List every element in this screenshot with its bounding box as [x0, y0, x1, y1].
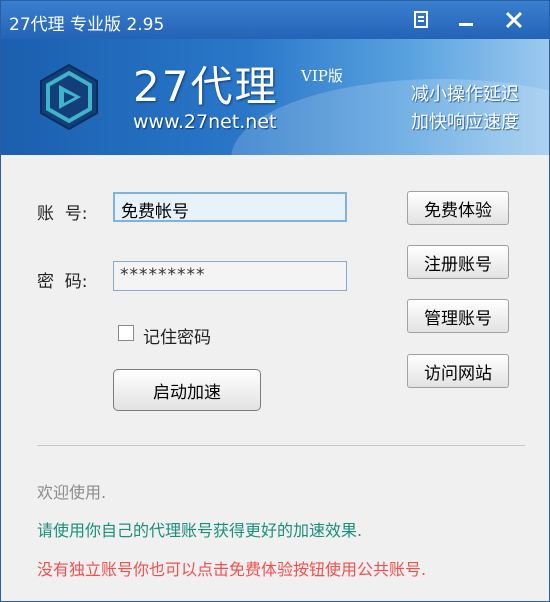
close-icon [505, 11, 523, 29]
register-account-button[interactable]: 注册账号 [407, 245, 509, 279]
password-label: 密 码: [37, 272, 88, 292]
start-acceleration-button[interactable]: 启动加速 [113, 369, 261, 411]
welcome-message: 欢迎使用. [37, 483, 107, 502]
remember-checkbox[interactable] [118, 325, 134, 341]
visit-website-button[interactable]: 访问网站 [407, 354, 509, 388]
menu-button[interactable] [405, 5, 439, 35]
slogan: 减小操作延迟 加快响应速度 [411, 81, 519, 137]
logo-icon [40, 63, 98, 131]
app-window: 27代理 专业版 2.95 27代理 VIP版 www.27net.net 减小… [0, 0, 550, 602]
minimize-icon [459, 23, 473, 26]
free-trial-button[interactable]: 免费体验 [407, 191, 509, 225]
title-bar[interactable]: 27代理 专业版 2.95 [1, 1, 549, 39]
slogan-line-2: 加快响应速度 [411, 112, 519, 133]
edition-label: VIP版 [301, 67, 343, 85]
manage-account-button[interactable]: 管理账号 [407, 299, 509, 333]
menu-icon [414, 11, 428, 28]
password-input[interactable]: ********* [113, 261, 347, 291]
brand-name: 27代理 [133, 62, 279, 111]
slogan-line-1: 减小操作延迟 [411, 84, 519, 105]
tip-message: 请使用你自己的代理账号获得更好的加速效果. [37, 521, 363, 540]
website-url: www.27net.net [133, 111, 277, 133]
remember-label[interactable]: 记住密码 [143, 323, 211, 348]
divider [37, 445, 525, 446]
minimize-button[interactable] [449, 5, 483, 35]
account-input[interactable]: 免费帐号 [113, 192, 347, 222]
window-title: 27代理 专业版 2.95 [9, 15, 165, 35]
banner: 27代理 VIP版 www.27net.net 减小操作延迟 加快响应速度 [1, 39, 549, 155]
close-button[interactable] [497, 5, 531, 35]
account-label: 账 号: [37, 204, 88, 224]
warning-message: 没有独立账号你也可以点击免费体验按钮使用公共账号. [37, 560, 427, 579]
